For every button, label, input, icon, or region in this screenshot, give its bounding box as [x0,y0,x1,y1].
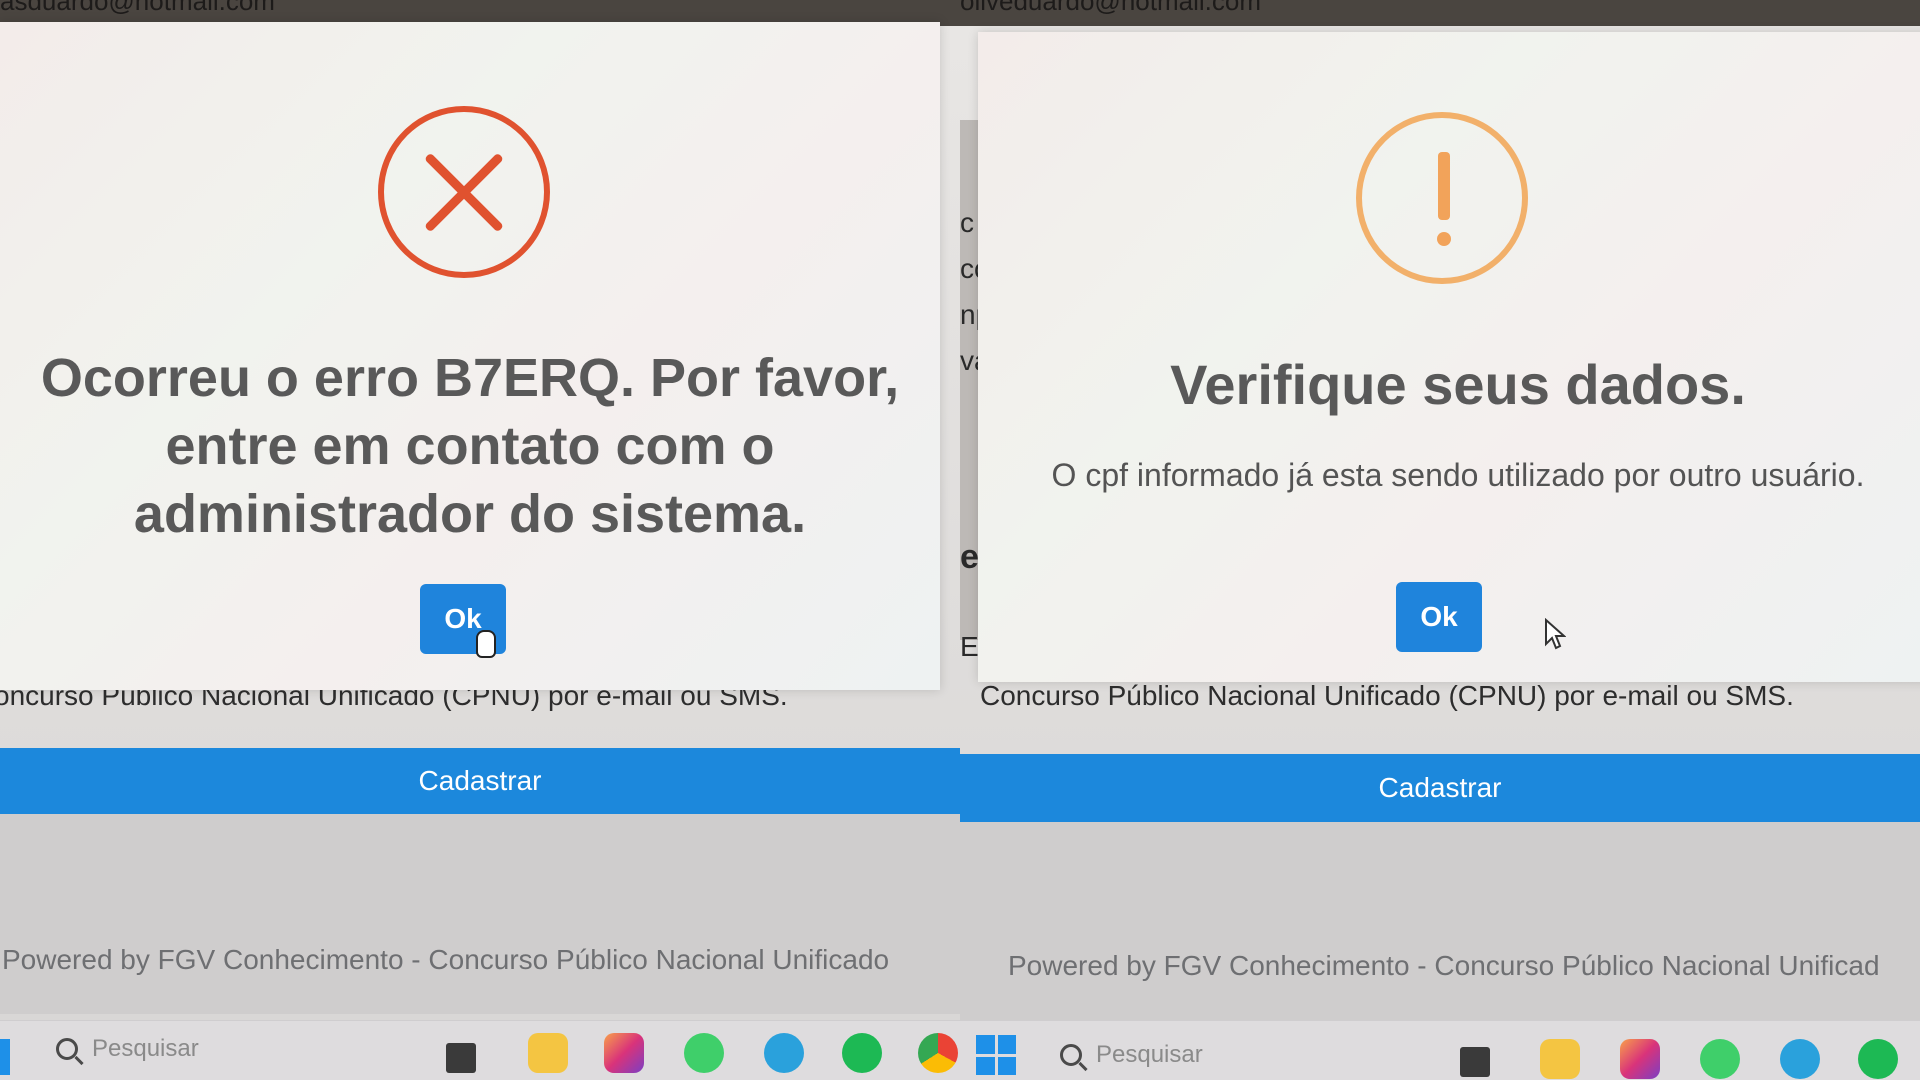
spotify-icon[interactable] [1858,1039,1898,1079]
windows-start-icon[interactable] [0,1039,10,1075]
chrome-icon[interactable] [918,1033,958,1073]
left-screenshot: asduardo@hotmail.com oncurso Público Nac… [0,0,960,1080]
spotify-icon[interactable] [842,1033,882,1073]
exclamation-dot [1437,232,1451,246]
telegram-icon[interactable] [1780,1039,1820,1079]
page-description: Concurso Público Nacional Unificado (CPN… [980,680,1794,711]
warning-dialog: Verifique seus dados. O cpf informado já… [978,32,1920,682]
exclamation-bar [1438,152,1450,220]
task-view-icon[interactable] [1460,1047,1490,1077]
taskbar-search[interactable]: Pesquisar [1060,1041,1203,1069]
mouse-pointer-icon [1545,618,1566,650]
top-strip: oliveduardo@hotmail.com [960,0,1920,26]
hand-cursor-icon [476,630,496,658]
telegram-icon[interactable] [764,1033,804,1073]
error-dialog: Ocorreu o erro B7ERQ. Por favor, entre e… [0,22,940,690]
lower-band [0,814,960,1014]
email-text: asduardo@hotmail.com [0,0,275,16]
dialog-title: Ocorreu o erro B7ERQ. Por favor, entre e… [40,348,900,544]
ok-button[interactable]: Ok [1396,582,1482,652]
file-explorer-icon[interactable] [528,1033,568,1073]
search-icon [56,1038,78,1060]
windows-start-icon[interactable] [976,1035,1016,1075]
taskbar-search-placeholder: Pesquisar [92,1035,199,1062]
right-screenshot: oliveduardo@hotmail.com c co np va er E … [960,0,1920,1080]
instagram-icon[interactable] [604,1033,644,1073]
footer-text: Powered by FGV Conhecimento - Concurso P… [2,944,890,975]
task-view-icon[interactable] [446,1043,476,1073]
error-x-icon [378,106,550,278]
whatsapp-icon[interactable] [684,1033,724,1073]
cadastrar-button[interactable]: Cadastrar [960,754,1920,822]
warning-exclamation-icon [1356,112,1528,284]
instagram-icon[interactable] [1620,1039,1660,1079]
taskbar-search-placeholder: Pesquisar [1096,1041,1203,1068]
search-icon [1060,1044,1082,1066]
email-text: oliveduardo@hotmail.com [960,0,1261,16]
taskbar-search[interactable]: Pesquisar [56,1035,199,1063]
dialog-title: Verifique seus dados. [1170,353,1746,416]
lower-band [960,822,1920,1022]
dialog-message: O cpf informado já esta sendo utilizado … [1051,457,1865,493]
whatsapp-icon[interactable] [1700,1039,1740,1079]
file-explorer-icon[interactable] [1540,1039,1580,1079]
footer-text: Powered by FGV Conhecimento - Concurso P… [1008,950,1880,981]
cadastrar-button[interactable]: Cadastrar [0,748,960,814]
taskbar: Pesquisar [0,1020,960,1080]
taskbar: Pesquisar [960,1020,1920,1080]
